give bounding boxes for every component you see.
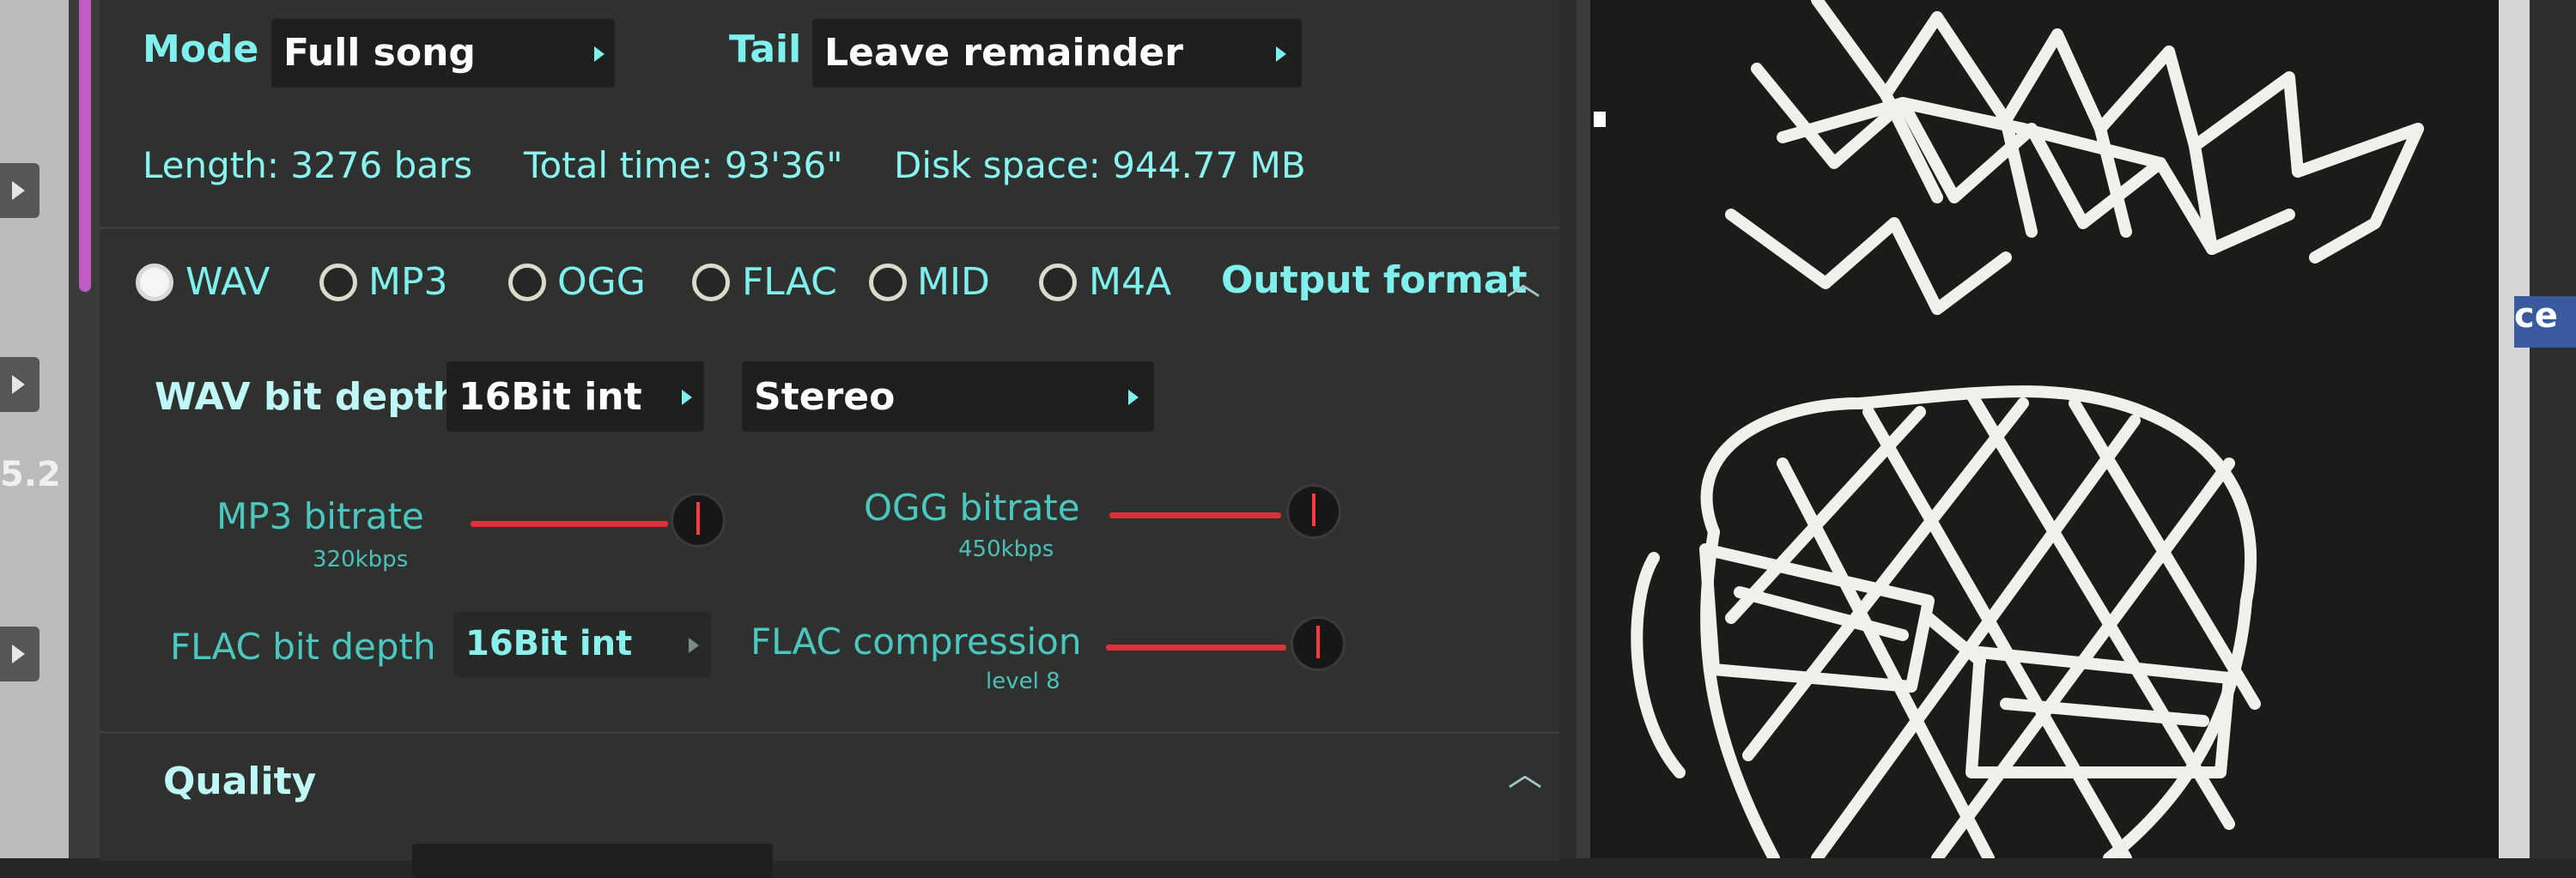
- left-side-panel: [0, 0, 69, 858]
- flac-bit-depth-dropdown[interactable]: 16Bit int: [453, 612, 711, 677]
- flac-compression-value: level 8: [986, 669, 1060, 694]
- flac-compression-label: FLAC compression: [750, 621, 1082, 663]
- channels-dropdown[interactable]: Stereo: [742, 361, 1154, 432]
- radio-mp3-label: MP3: [368, 260, 448, 304]
- play-arrow-icon: [12, 375, 25, 394]
- canvas-edge: [1577, 0, 1590, 858]
- chevron-up-icon[interactable]: ︿: [1508, 746, 1542, 796]
- mp3-bitrate-value: 320kbps: [313, 547, 409, 572]
- scroll-accent-bar[interactable]: [79, 0, 91, 292]
- ogg-bitrate-label: OGG bitrate: [864, 487, 1080, 529]
- flac-compression-slider[interactable]: [1106, 645, 1286, 651]
- right-scrollbar[interactable]: [2499, 0, 2530, 858]
- dropdown-arrow-icon: [1276, 46, 1286, 62]
- disk-space-info: Disk space: 944.77 MB: [894, 144, 1306, 186]
- flac-bit-depth-label: FLAC bit depth: [170, 626, 436, 668]
- ogg-bitrate-value: 450kbps: [958, 536, 1054, 562]
- radio-wav[interactable]: [136, 263, 173, 301]
- radio-mid[interactable]: [869, 263, 907, 301]
- knob-icon: [696, 502, 700, 535]
- output-format-section: WAV MP3 OGG FLAC MID M4A Output format ︿…: [100, 227, 1559, 732]
- quality-dropdown[interactable]: [412, 844, 773, 878]
- dropdown-arrow-icon: [689, 638, 699, 653]
- knob-icon: [1316, 626, 1320, 658]
- render-panel: Mode Full song Tail Leave remainder Leng…: [100, 0, 1577, 878]
- mp3-bitrate-slider[interactable]: [471, 521, 668, 527]
- wav-bit-depth-dropdown[interactable]: 16Bit int: [447, 361, 704, 432]
- radio-mid-label: MID: [917, 260, 990, 304]
- dropdown-arrow-icon: [594, 46, 605, 62]
- play-arrow-icon: [12, 181, 25, 200]
- mode-dropdown[interactable]: Full song: [271, 19, 615, 88]
- side-expand-button-1[interactable]: [0, 163, 39, 218]
- render-settings-section: Mode Full song Tail Leave remainder Leng…: [100, 0, 1559, 225]
- radio-m4a[interactable]: [1039, 263, 1077, 301]
- mode-value: Full song: [283, 31, 476, 75]
- chevron-up-icon[interactable]: ︿: [1506, 255, 1540, 305]
- tail-value: Leave remainder: [824, 31, 1183, 75]
- flac-compression-knob[interactable]: [1293, 619, 1343, 669]
- wav-bit-depth-value: 16Bit int: [459, 375, 642, 419]
- radio-flac[interactable]: [692, 263, 730, 301]
- pineapple-drawing: [1594, 0, 2424, 864]
- ogg-bitrate-knob[interactable]: [1289, 487, 1339, 536]
- side-number: 5.2: [0, 455, 61, 494]
- channels-value: Stereo: [754, 375, 896, 419]
- mp3-bitrate-label: MP3 bitrate: [216, 495, 424, 537]
- radio-wav-label: WAV: [185, 260, 270, 304]
- output-format-title: Output format: [1221, 258, 1528, 302]
- mp3-bitrate-knob[interactable]: [673, 495, 723, 545]
- radio-mp3[interactable]: [319, 263, 357, 301]
- length-info: Length: 3276 bars: [143, 144, 473, 186]
- quality-section: Quality ︿: [100, 731, 1559, 878]
- side-expand-button-3[interactable]: [0, 627, 39, 681]
- drawing-canvas: [1577, 0, 2507, 864]
- dropdown-arrow-icon: [1128, 390, 1139, 405]
- radio-m4a-label: M4A: [1089, 260, 1172, 304]
- quality-title: Quality: [163, 760, 317, 803]
- wav-bit-depth-label: WAV bit depth: [155, 375, 460, 419]
- flac-bit-depth-value: 16Bit int: [465, 624, 633, 663]
- ogg-bitrate-slider[interactable]: [1109, 512, 1281, 518]
- tail-label: Tail: [729, 27, 802, 71]
- mode-label: Mode: [143, 27, 259, 71]
- knob-icon: [1312, 493, 1315, 526]
- radio-ogg[interactable]: [508, 263, 546, 301]
- side-expand-button-2[interactable]: [0, 357, 39, 412]
- play-arrow-icon: [12, 645, 25, 663]
- dropdown-arrow-icon: [682, 390, 692, 405]
- tail-dropdown[interactable]: Leave remainder: [812, 19, 1302, 88]
- right-tag[interactable]: ce: [2514, 296, 2576, 348]
- radio-flac-label: FLAC: [742, 260, 837, 304]
- total-time-info: Total time: 93'36": [524, 144, 843, 186]
- radio-ogg-label: OGG: [557, 260, 646, 304]
